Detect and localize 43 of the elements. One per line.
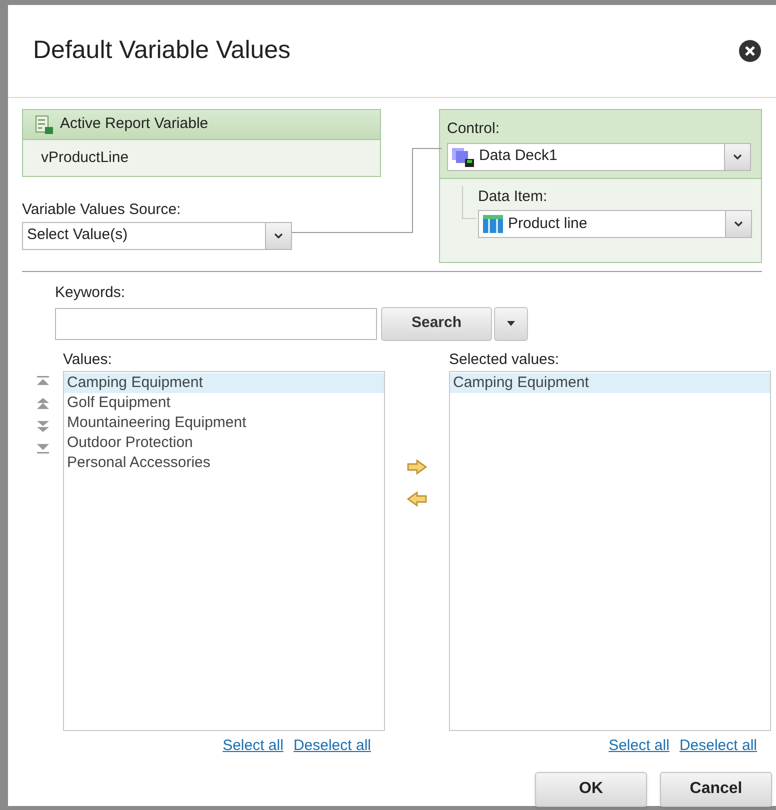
field-label: Control: <box>447 119 501 139</box>
close-icon[interactable] <box>738 39 762 63</box>
select-link[interactable]: Select all <box>222 735 284 758</box>
field-label: Keywords: <box>55 283 126 303</box>
control-select[interactable]: Data Deck1 <box>447 142 751 170</box>
source-select[interactable]: Select Value(s) <box>22 222 292 250</box>
select-link[interactable]: Select all <box>608 735 670 758</box>
field-label: Data Item: <box>478 186 548 206</box>
list-item[interactable]: Outdoor Protection <box>64 433 384 453</box>
panel-header: Active Report Variable <box>60 114 208 134</box>
field-label: Variable Values Source: <box>22 200 182 220</box>
caret-icon <box>734 221 743 227</box>
stacked-cards-icon <box>451 146 475 168</box>
move-up-icon[interactable] <box>36 396 50 410</box>
list-item[interactable]: Mountaineering Equipment <box>64 413 384 433</box>
dialog-button[interactable]: OK <box>535 772 647 806</box>
list-item[interactable]: Camping Equipment <box>450 373 770 393</box>
spreadsheet-icon <box>34 114 54 134</box>
variable-name: vProductLine <box>40 148 130 168</box>
list-label: Values: <box>63 350 113 370</box>
list-item[interactable]: Golf Equipment <box>64 393 384 413</box>
keywords-field[interactable] <box>55 308 377 340</box>
list-item[interactable]: Camping Equipment <box>64 373 384 393</box>
search-button[interactable]: Search <box>381 306 492 340</box>
list-item[interactable]: Personal Accessories <box>64 453 384 473</box>
left-arrow-icon[interactable] <box>406 491 428 507</box>
caret-icon <box>507 321 515 326</box>
data-item-select[interactable]: Product line <box>478 210 752 238</box>
select-link[interactable]: Deselect all <box>293 735 371 758</box>
tree-line <box>462 186 476 218</box>
right-arrow-icon[interactable] <box>406 459 428 475</box>
caret-icon <box>274 232 283 238</box>
select-value: Data Deck1 <box>478 146 558 166</box>
search-options-button[interactable] <box>494 306 528 340</box>
caret-icon <box>733 154 742 160</box>
select-link[interactable]: Deselect all <box>679 735 757 758</box>
dialog-title: Default Variable Values <box>33 35 291 66</box>
select-value: Select Value(s) <box>26 225 129 246</box>
move-down-icon[interactable] <box>36 418 50 432</box>
list-label: Selected values: <box>449 350 560 370</box>
select-value: Product line <box>507 214 588 234</box>
dialog-button[interactable]: Cancel <box>660 772 772 806</box>
table-column-icon <box>482 214 504 234</box>
